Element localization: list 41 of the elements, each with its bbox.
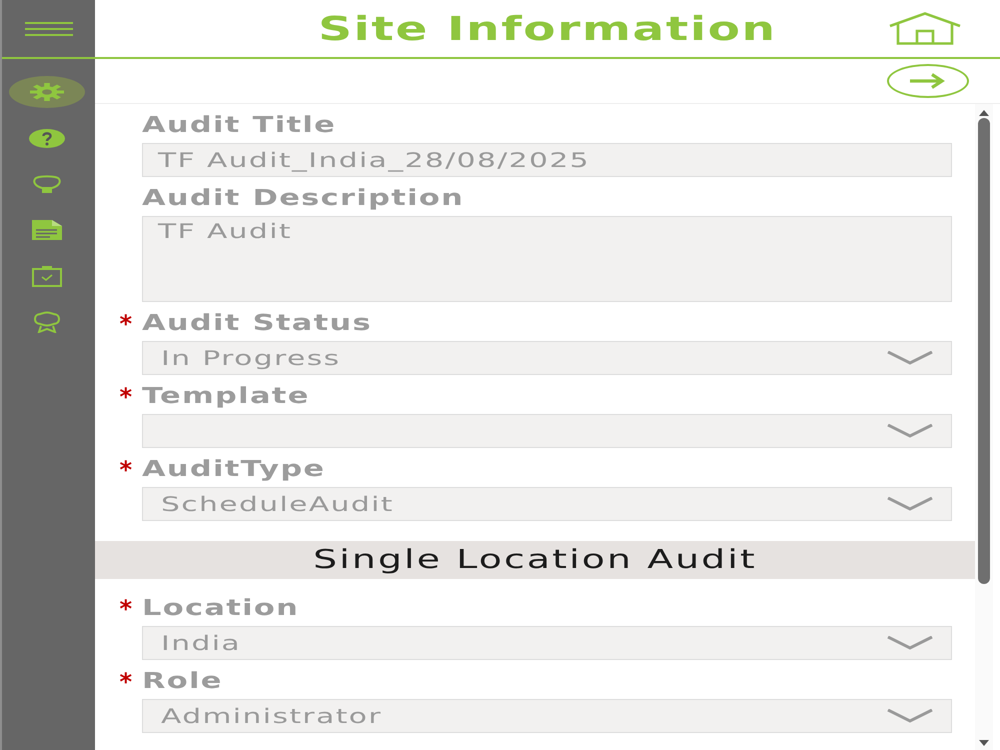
- menu-icon: [24, 22, 72, 36]
- menu-button[interactable]: [24, 22, 72, 36]
- arrow-right-icon: [910, 73, 946, 89]
- section-title: Single Location Audit: [313, 545, 757, 575]
- required-marker: *: [119, 670, 132, 694]
- scroll-down-icon[interactable]: [979, 740, 989, 746]
- scrollbar[interactable]: [975, 104, 993, 750]
- dropdown-field[interactable]: India: [142, 626, 952, 660]
- dropdown-field[interactable]: [142, 414, 952, 448]
- field-label: Audit Description: [142, 184, 464, 212]
- field-label: Audit Title: [142, 112, 336, 140]
- clipboard-icon: [32, 266, 62, 286]
- chevron-icon: [887, 424, 933, 438]
- field-label: Template: [142, 382, 310, 410]
- home-icon: [888, 12, 962, 45]
- chevron-icon: [887, 636, 933, 650]
- text-area[interactable]: TF Audit: [142, 216, 952, 302]
- document-icon: [32, 220, 62, 240]
- required-marker: *: [119, 312, 132, 336]
- home-button[interactable]: [888, 12, 962, 45]
- chevron-icon: [887, 351, 933, 365]
- text-field[interactable]: TF Audit_India_28/08/2025: [142, 143, 952, 177]
- lightbulb-icon: [32, 174, 62, 194]
- help-icon: [29, 128, 65, 148]
- award-icon: [32, 311, 62, 333]
- dropdown-field[interactable]: In Progress: [142, 341, 952, 375]
- field-label: Role: [142, 668, 223, 696]
- page-title: Site Information: [318, 9, 777, 48]
- field-label: Location: [142, 594, 300, 622]
- required-marker: *: [119, 596, 132, 620]
- field-label: Audit Status: [142, 310, 372, 338]
- gear-icon: [30, 83, 64, 101]
- field-label: AuditType: [142, 456, 326, 484]
- chevron-icon: [887, 497, 933, 511]
- chevron-icon: [887, 709, 933, 723]
- required-marker: *: [119, 458, 132, 482]
- dropdown-field[interactable]: Administrator: [142, 699, 952, 733]
- scroll-thumb[interactable]: [978, 118, 990, 584]
- required-marker: *: [119, 384, 132, 408]
- dropdown-field[interactable]: ScheduleAudit: [142, 487, 952, 521]
- scroll-up-icon[interactable]: [979, 110, 989, 116]
